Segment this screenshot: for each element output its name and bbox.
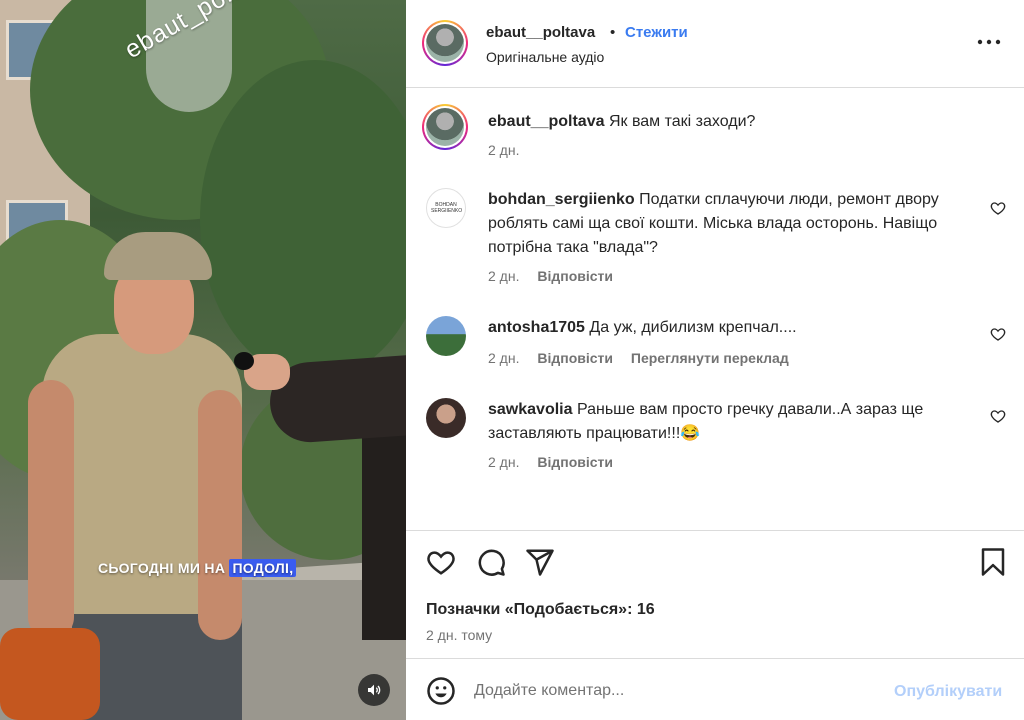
comment-icon[interactable] xyxy=(476,547,506,577)
subtitle-highlight: ПОДОЛІ, xyxy=(229,559,297,577)
see-translation-button[interactable]: Переглянути переклад xyxy=(631,350,789,366)
comment-username[interactable]: sawkavolia xyxy=(488,401,573,418)
comment-composer: Опублікувати xyxy=(406,658,1024,720)
sound-toggle-button[interactable] xyxy=(358,674,390,706)
author-username[interactable]: ebaut__poltava xyxy=(486,24,595,41)
microphone xyxy=(234,352,254,370)
share-icon[interactable] xyxy=(525,547,555,577)
caption-avatar[interactable] xyxy=(422,104,468,150)
comment-username[interactable]: bohdan_sergiienko xyxy=(488,191,635,208)
comment-time: 2 дн. xyxy=(488,268,520,284)
reply-button[interactable]: Відповісти xyxy=(537,268,613,284)
subtitle-text: СЬОГОДНІ МИ НА xyxy=(98,560,230,576)
likes-count[interactable]: Позначки «Подобається»: 16 xyxy=(426,601,655,619)
comments-list[interactable]: ebaut__poltava Як вам такі заходи? 2 дн.… xyxy=(406,88,1024,530)
caption-text: Як вам такі заходи? xyxy=(608,113,756,130)
commenter-avatar[interactable]: BOHDAN SERGIIENKO xyxy=(426,188,466,228)
reply-button[interactable]: Відповісти xyxy=(537,350,613,366)
chainsaw xyxy=(0,628,100,720)
heart-icon[interactable] xyxy=(426,547,456,577)
caption-time: 2 дн. xyxy=(488,142,520,158)
comment-input[interactable] xyxy=(474,679,874,703)
post-time[interactable]: 2 дн. тому xyxy=(426,627,492,643)
comment-like-icon[interactable] xyxy=(990,326,1006,342)
commenter-avatar[interactable] xyxy=(426,316,466,356)
commenter-avatar[interactable] xyxy=(426,398,466,438)
original-audio-link[interactable]: Оригінальне аудіо xyxy=(486,49,604,65)
comment-username[interactable]: antosha1705 xyxy=(488,319,585,336)
post-header: ebaut__poltava • Стежити Оригінальне ауд… xyxy=(406,0,1024,88)
comment-time: 2 дн. xyxy=(488,350,520,366)
bookmark-icon[interactable] xyxy=(978,547,1008,577)
post-video[interactable]: ebaut_poltava СЬОГОДНІ МИ НА ПОДОЛІ, xyxy=(0,0,406,720)
post-panel: ebaut__poltava • Стежити Оригінальне ауд… xyxy=(406,0,1024,720)
author-avatar[interactable] xyxy=(422,20,468,66)
comment-like-icon[interactable] xyxy=(990,200,1006,216)
comment-time: 2 дн. xyxy=(488,454,520,470)
reply-button[interactable]: Відповісти xyxy=(537,454,613,470)
emoji-icon[interactable] xyxy=(426,676,456,706)
comment-like-icon[interactable] xyxy=(990,408,1006,424)
separator-dot: • xyxy=(610,24,616,41)
comment-text: Да уж, дибилизм крепчал.... xyxy=(589,319,797,336)
follow-button[interactable]: Стежити xyxy=(625,24,688,41)
post-actions: Позначки «Подобається»: 16 2 дн. тому xyxy=(406,530,1024,658)
caption-username[interactable]: ebaut__poltava xyxy=(488,113,604,130)
video-subtitle: СЬОГОДНІ МИ НА ПОДОЛІ, xyxy=(98,559,297,577)
post-comment-button[interactable]: Опублікувати xyxy=(894,683,1002,701)
avatar-logo-text: BOHDAN SERGIIENKO xyxy=(431,202,463,214)
more-options-icon[interactable] xyxy=(976,32,1002,52)
sound-icon xyxy=(368,684,381,696)
